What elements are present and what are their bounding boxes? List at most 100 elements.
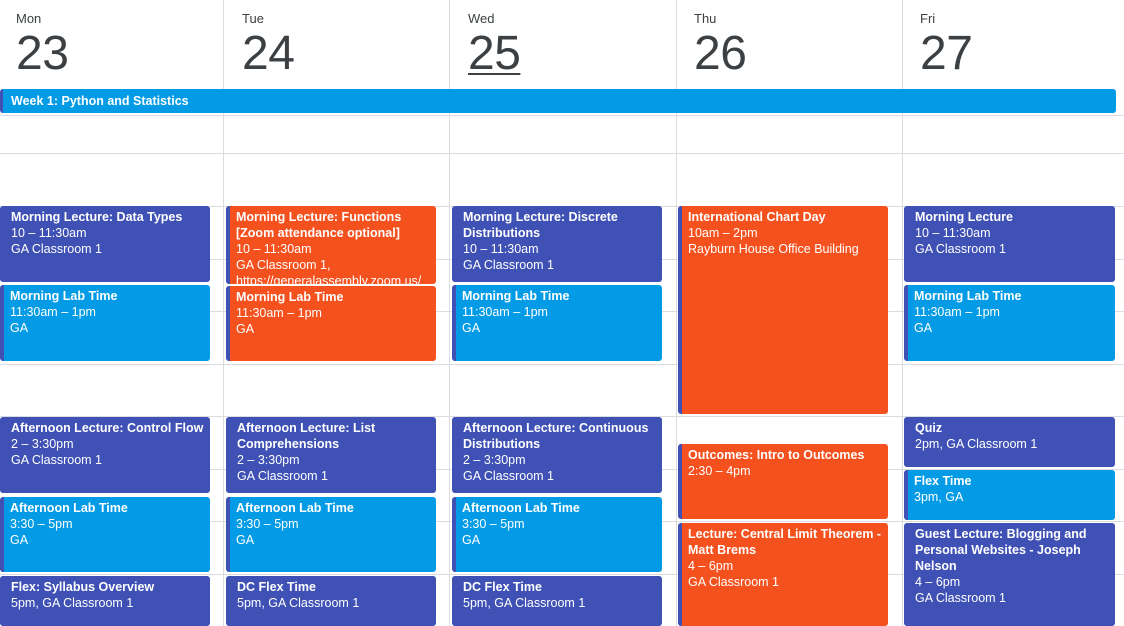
- event-location: Rayburn House Office Building: [688, 242, 859, 256]
- event-title: Morning Lab Time: [462, 289, 570, 303]
- event-thu-clt-lecture[interactable]: Lecture: Central Limit Theorem - Matt Br…: [678, 523, 888, 626]
- event-mon-afternoon-lab[interactable]: Afternoon Lab Time 3:30 – 5pm GA: [0, 497, 210, 572]
- day-header-fri[interactable]: Fri 27: [904, 0, 1124, 88]
- event-tue-afternoon-lab[interactable]: Afternoon Lab Time 3:30 – 5pm GA: [226, 497, 436, 572]
- event-title: Outcomes: Intro to Outcomes: [688, 448, 865, 462]
- event-thu-outcomes[interactable]: Outcomes: Intro to Outcomes 2:30 – 4pm: [678, 444, 888, 519]
- event-time: 10 – 11:30am: [915, 226, 991, 240]
- event-mon-flex[interactable]: Flex: Syllabus Overview 5pm, GA Classroo…: [0, 576, 210, 626]
- event-tue-morning-lab[interactable]: Morning Lab Time 11:30am – 1pm GA: [226, 286, 436, 361]
- event-time: 3pm, GA: [914, 490, 964, 504]
- event-title: Morning Lecture: Functions [Zoom attenda…: [236, 210, 402, 240]
- event-title: Lecture: Central Limit Theorem - Matt Br…: [688, 527, 882, 557]
- hour-line: [0, 115, 1124, 116]
- event-title: International Chart Day: [688, 210, 826, 224]
- event-wed-dc-flex[interactable]: DC Flex Time 5pm, GA Classroom 1: [452, 576, 662, 626]
- event-title: Afternoon Lecture: Continuous Distributi…: [463, 421, 649, 451]
- event-location: GA: [236, 322, 255, 336]
- event-title: DC Flex Time: [463, 580, 542, 594]
- day-number[interactable]: 23: [16, 28, 69, 80]
- allday-event-week1[interactable]: Week 1: Python and Statistics: [0, 89, 1116, 113]
- day-number[interactable]: 24: [242, 28, 295, 80]
- event-fri-guest-lecture[interactable]: Guest Lecture: Blogging and Personal Web…: [904, 523, 1115, 626]
- day-number-today[interactable]: 25: [468, 28, 521, 80]
- event-location: GA Classroom 1: [915, 242, 1007, 256]
- event-location: GA Classroom 1: [688, 575, 780, 589]
- event-location: GA: [10, 533, 29, 547]
- day-name: Thu: [694, 11, 717, 26]
- day-header-wed[interactable]: Wed 25: [452, 0, 675, 88]
- event-thu-chart-day[interactable]: International Chart Day 10am – 2pm Raybu…: [678, 206, 888, 414]
- day-name: Fri: [920, 11, 936, 26]
- event-time: 5pm, GA Classroom 1: [463, 596, 586, 610]
- event-time: 2:30 – 4pm: [688, 464, 751, 478]
- event-title: Afternoon Lecture: List Comprehensions: [237, 421, 376, 451]
- day-number[interactable]: 26: [694, 28, 747, 80]
- event-time: 2 – 3:30pm: [463, 453, 526, 467]
- event-fri-morning-lecture[interactable]: Morning Lecture 10 – 11:30am GA Classroo…: [904, 206, 1115, 282]
- event-location: GA Classroom 1: [237, 469, 329, 483]
- event-title: Flex: Syllabus Overview: [11, 580, 155, 594]
- day-name: Wed: [468, 11, 495, 26]
- event-fri-morning-lab[interactable]: Morning Lab Time 11:30am – 1pm GA: [904, 285, 1115, 361]
- event-tue-dc-flex[interactable]: DC Flex Time 5pm, GA Classroom 1: [226, 576, 436, 626]
- event-location: GA: [462, 533, 481, 547]
- event-location: GA: [914, 321, 933, 335]
- day-name: Tue: [242, 11, 264, 26]
- event-title: Afternoon Lab Time: [462, 501, 580, 515]
- event-time: 3:30 – 5pm: [462, 517, 525, 531]
- event-location: GA Classroom 1: [463, 469, 555, 483]
- event-mon-afternoon-lecture[interactable]: Afternoon Lecture: Control Flow 2 – 3:30…: [0, 417, 210, 493]
- event-link[interactable]: https://generalassembly.zoom.us/: [236, 273, 430, 284]
- event-fri-quiz[interactable]: Quiz 2pm, GA Classroom 1: [904, 417, 1115, 467]
- event-wed-afternoon-lab[interactable]: Afternoon Lab Time 3:30 – 5pm GA: [452, 497, 662, 572]
- day-header-thu[interactable]: Thu 26: [678, 0, 901, 88]
- event-wed-morning-lecture[interactable]: Morning Lecture: Discrete Distributions …: [452, 206, 662, 282]
- event-title: Morning Lab Time: [10, 289, 118, 303]
- event-fri-flex[interactable]: Flex Time 3pm, GA: [904, 470, 1115, 520]
- event-location: GA: [10, 321, 29, 335]
- event-wed-morning-lab[interactable]: Morning Lab Time 11:30am – 1pm GA: [452, 285, 662, 361]
- event-time: 10 – 11:30am: [11, 226, 87, 240]
- day-number[interactable]: 27: [920, 28, 973, 80]
- event-time: 11:30am – 1pm: [914, 305, 1000, 319]
- event-title: Afternoon Lab Time: [10, 501, 128, 515]
- event-time: 11:30am – 1pm: [10, 305, 96, 319]
- event-time: 4 – 6pm: [915, 575, 961, 589]
- event-time: 2pm, GA Classroom 1: [915, 437, 1038, 451]
- event-title: DC Flex Time: [237, 580, 316, 594]
- event-time: 11:30am – 1pm: [462, 305, 548, 319]
- event-title: Afternoon Lecture: Control Flow: [11, 421, 204, 435]
- event-location: GA: [462, 321, 481, 335]
- event-location: GA Classroom 1: [11, 242, 103, 256]
- event-title: Morning Lecture: Discrete Distributions: [463, 210, 618, 240]
- event-title: Morning Lab Time: [914, 289, 1022, 303]
- event-time: 3:30 – 5pm: [10, 517, 73, 531]
- event-title: Morning Lecture: Data Types: [11, 210, 183, 224]
- event-time: 2 – 3:30pm: [237, 453, 300, 467]
- event-time: 5pm, GA Classroom 1: [11, 596, 134, 610]
- event-tue-afternoon-lecture[interactable]: Afternoon Lecture: List Comprehensions 2…: [226, 417, 436, 493]
- day-header-tue[interactable]: Tue 24: [226, 0, 449, 88]
- event-time: 5pm, GA Classroom 1: [237, 596, 360, 610]
- event-time: 3:30 – 5pm: [236, 517, 299, 531]
- event-tue-morning-lecture[interactable]: Morning Lecture: Functions [Zoom attenda…: [226, 206, 436, 284]
- event-time: 10am – 2pm: [688, 226, 758, 240]
- event-location: GA Classroom 1: [915, 591, 1007, 605]
- event-title: Morning Lecture: [915, 210, 1013, 224]
- event-mon-morning-lab[interactable]: Morning Lab Time 11:30am – 1pm GA: [0, 285, 210, 361]
- event-title: Guest Lecture: Blogging and Personal Web…: [915, 527, 1087, 573]
- event-mon-morning-lecture[interactable]: Morning Lecture: Data Types 10 – 11:30am…: [0, 206, 210, 282]
- event-time: 11:30am – 1pm: [236, 306, 322, 320]
- event-location: GA Classroom 1,: [236, 258, 331, 272]
- event-location: GA: [236, 533, 255, 547]
- event-location: GA Classroom 1: [11, 453, 103, 467]
- day-header-mon[interactable]: Mon 23: [0, 0, 223, 88]
- event-wed-afternoon-lecture[interactable]: Afternoon Lecture: Continuous Distributi…: [452, 417, 662, 493]
- event-location: GA Classroom 1: [463, 258, 555, 272]
- event-time: 10 – 11:30am: [463, 242, 539, 256]
- event-time: 4 – 6pm: [688, 559, 734, 573]
- hour-line: [0, 153, 1124, 154]
- event-title: Quiz: [915, 421, 943, 435]
- event-time: 10 – 11:30am: [236, 242, 312, 256]
